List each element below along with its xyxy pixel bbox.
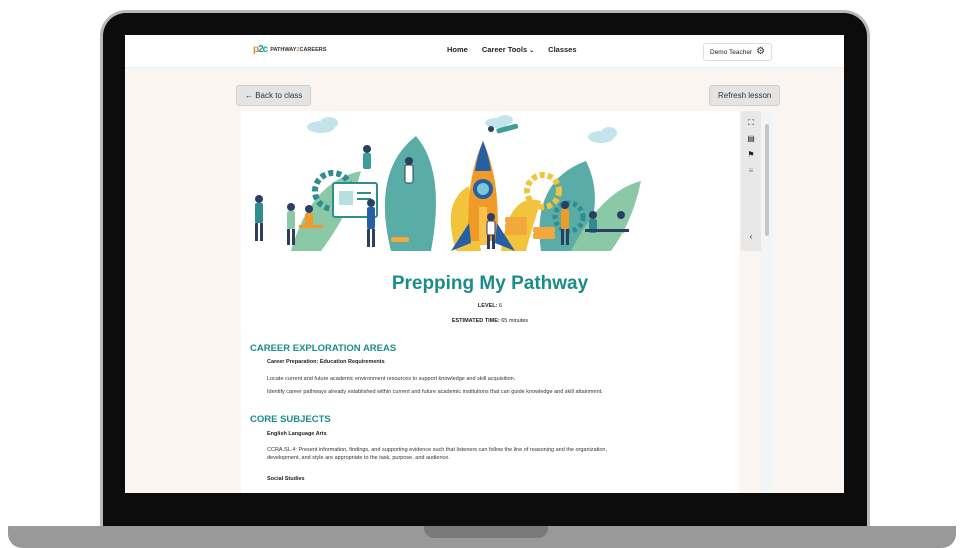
lesson-title: Prepping My Pathway — [391, 273, 589, 294]
section-subheading: English Language Arts — [267, 431, 327, 437]
time-value: 65 minutes — [501, 318, 529, 324]
laptop-notch — [424, 526, 548, 538]
expand-icon[interactable]: ⛶ — [745, 117, 757, 129]
level-value: 6 — [499, 303, 503, 309]
level-label: LEVEL: — [477, 303, 498, 309]
nav-link-classes[interactable]: Classes — [548, 45, 576, 54]
logo-wordmark: PATHWAY2CAREERS — [270, 46, 327, 53]
top-navbar: p2c PATHWAY2CAREERS Home Career Tools ⌄ C… — [125, 35, 844, 68]
user-name-label: Demo Teacher — [710, 48, 753, 56]
nav-link-career-tools[interactable]: Career Tools ⌄ — [482, 45, 534, 54]
lesson-content: Prepping My Pathway LEVEL: 6 ESTIMATED T… — [241, 111, 739, 493]
time-label: ESTIMATED TIME: — [451, 318, 500, 324]
text-icon[interactable]: ≡ — [745, 165, 757, 177]
section-paragraph: Identify career pathways already establi… — [267, 389, 603, 395]
brand-logo[interactable]: p2c PATHWAY2CAREERS — [253, 44, 326, 55]
logo-mark: p2c — [253, 44, 268, 55]
refresh-lesson-button[interactable]: Refresh lesson — [709, 85, 781, 106]
nav-link-home[interactable]: Home — [447, 45, 468, 54]
back-to-class-button[interactable]: ← Back to class — [236, 85, 312, 106]
scrollbar-thumb[interactable] — [765, 124, 769, 236]
notes-icon[interactable]: ▤ — [745, 133, 757, 145]
section-subheading: Career Preparation: Education Requiremen… — [267, 359, 385, 365]
section-subheading-social-studies: Social Studies — [267, 476, 305, 482]
main-nav: Home Career Tools ⌄ Classes — [447, 45, 577, 54]
section-paragraph: Locate current and future academic envir… — [267, 376, 516, 382]
lesson-side-toolbar: ⛶ ▤ ⚑ ≡ ‹ — [741, 111, 761, 251]
section-paragraph: CCRA.SL.4: Present information, findings… — [267, 447, 607, 461]
app-screen: p2c PATHWAY2CAREERS Home Career Tools ⌄ C… — [125, 35, 844, 493]
section-heading-core-subjects: CORE SUBJECTS — [250, 414, 331, 425]
lesson-scrollbar[interactable] — [761, 111, 773, 493]
section-heading-career-exploration: CAREER EXPLORATION AREAS — [250, 343, 397, 354]
chevron-down-icon: ⌄ — [529, 48, 535, 54]
flag-icon[interactable]: ⚑ — [745, 149, 757, 161]
lesson-estimated-time: ESTIMATED TIME: 65 minutes — [241, 318, 739, 324]
gear-icon: ⚙ — [756, 46, 766, 57]
lesson-level: LEVEL: 6 — [241, 303, 739, 309]
user-menu-button[interactable]: Demo Teacher ⚙ — [703, 43, 773, 61]
hero-illustration — [241, 111, 739, 271]
collapse-chevron-icon[interactable]: ‹ — [745, 231, 757, 243]
